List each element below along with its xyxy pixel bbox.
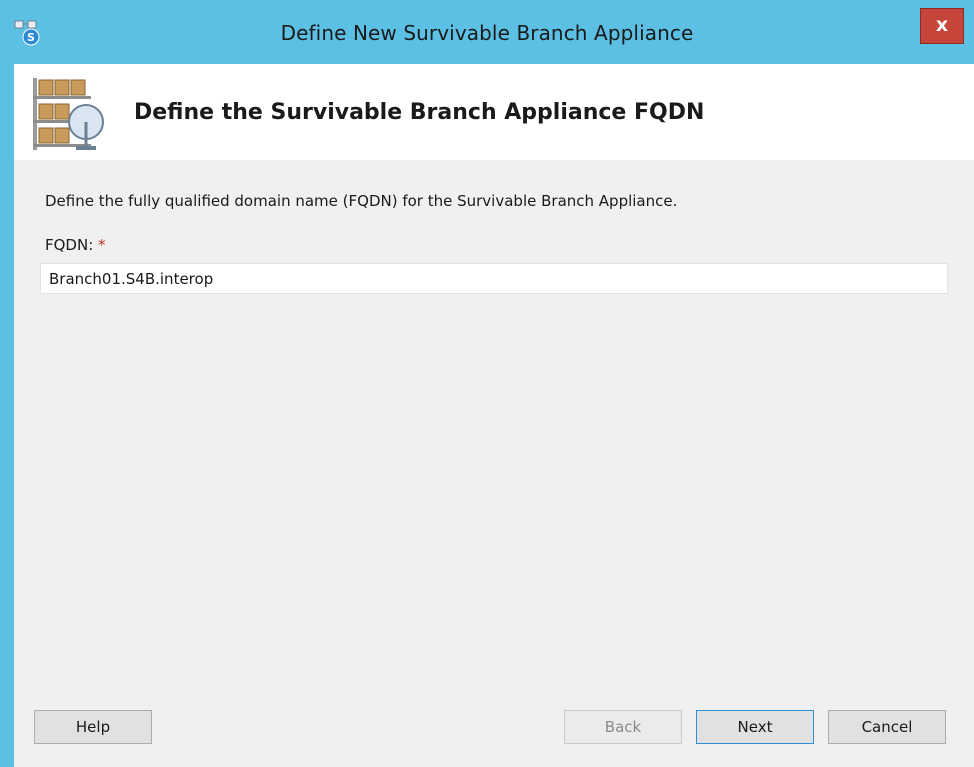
fqdn-label-text: FQDN:: [45, 236, 94, 254]
wizard-header: Define the Survivable Branch Appliance F…: [14, 64, 974, 160]
required-marker: *: [98, 236, 106, 254]
fqdn-input[interactable]: [40, 263, 948, 294]
back-button[interactable]: Back: [564, 710, 682, 744]
dialog-window: S Define New Survivable Branch Appliance…: [0, 0, 974, 767]
window-title: Define New Survivable Branch Appliance: [280, 21, 694, 45]
help-button[interactable]: Help: [34, 710, 152, 744]
instruction-text: Define the fully qualified domain name (…: [45, 192, 678, 210]
close-button[interactable]: x: [920, 8, 964, 44]
fqdn-label: FQDN: *: [45, 236, 106, 254]
dialog-client-area: Define the Survivable Branch Appliance F…: [14, 64, 974, 767]
cancel-button[interactable]: Cancel: [828, 710, 946, 744]
page-title: Define the Survivable Branch Appliance F…: [134, 100, 705, 125]
close-icon: x: [935, 14, 949, 36]
next-button[interactable]: Next: [696, 710, 814, 744]
title-bar[interactable]: S Define New Survivable Branch Appliance…: [0, 0, 974, 64]
branch-appliance-icon: [33, 78, 104, 150]
